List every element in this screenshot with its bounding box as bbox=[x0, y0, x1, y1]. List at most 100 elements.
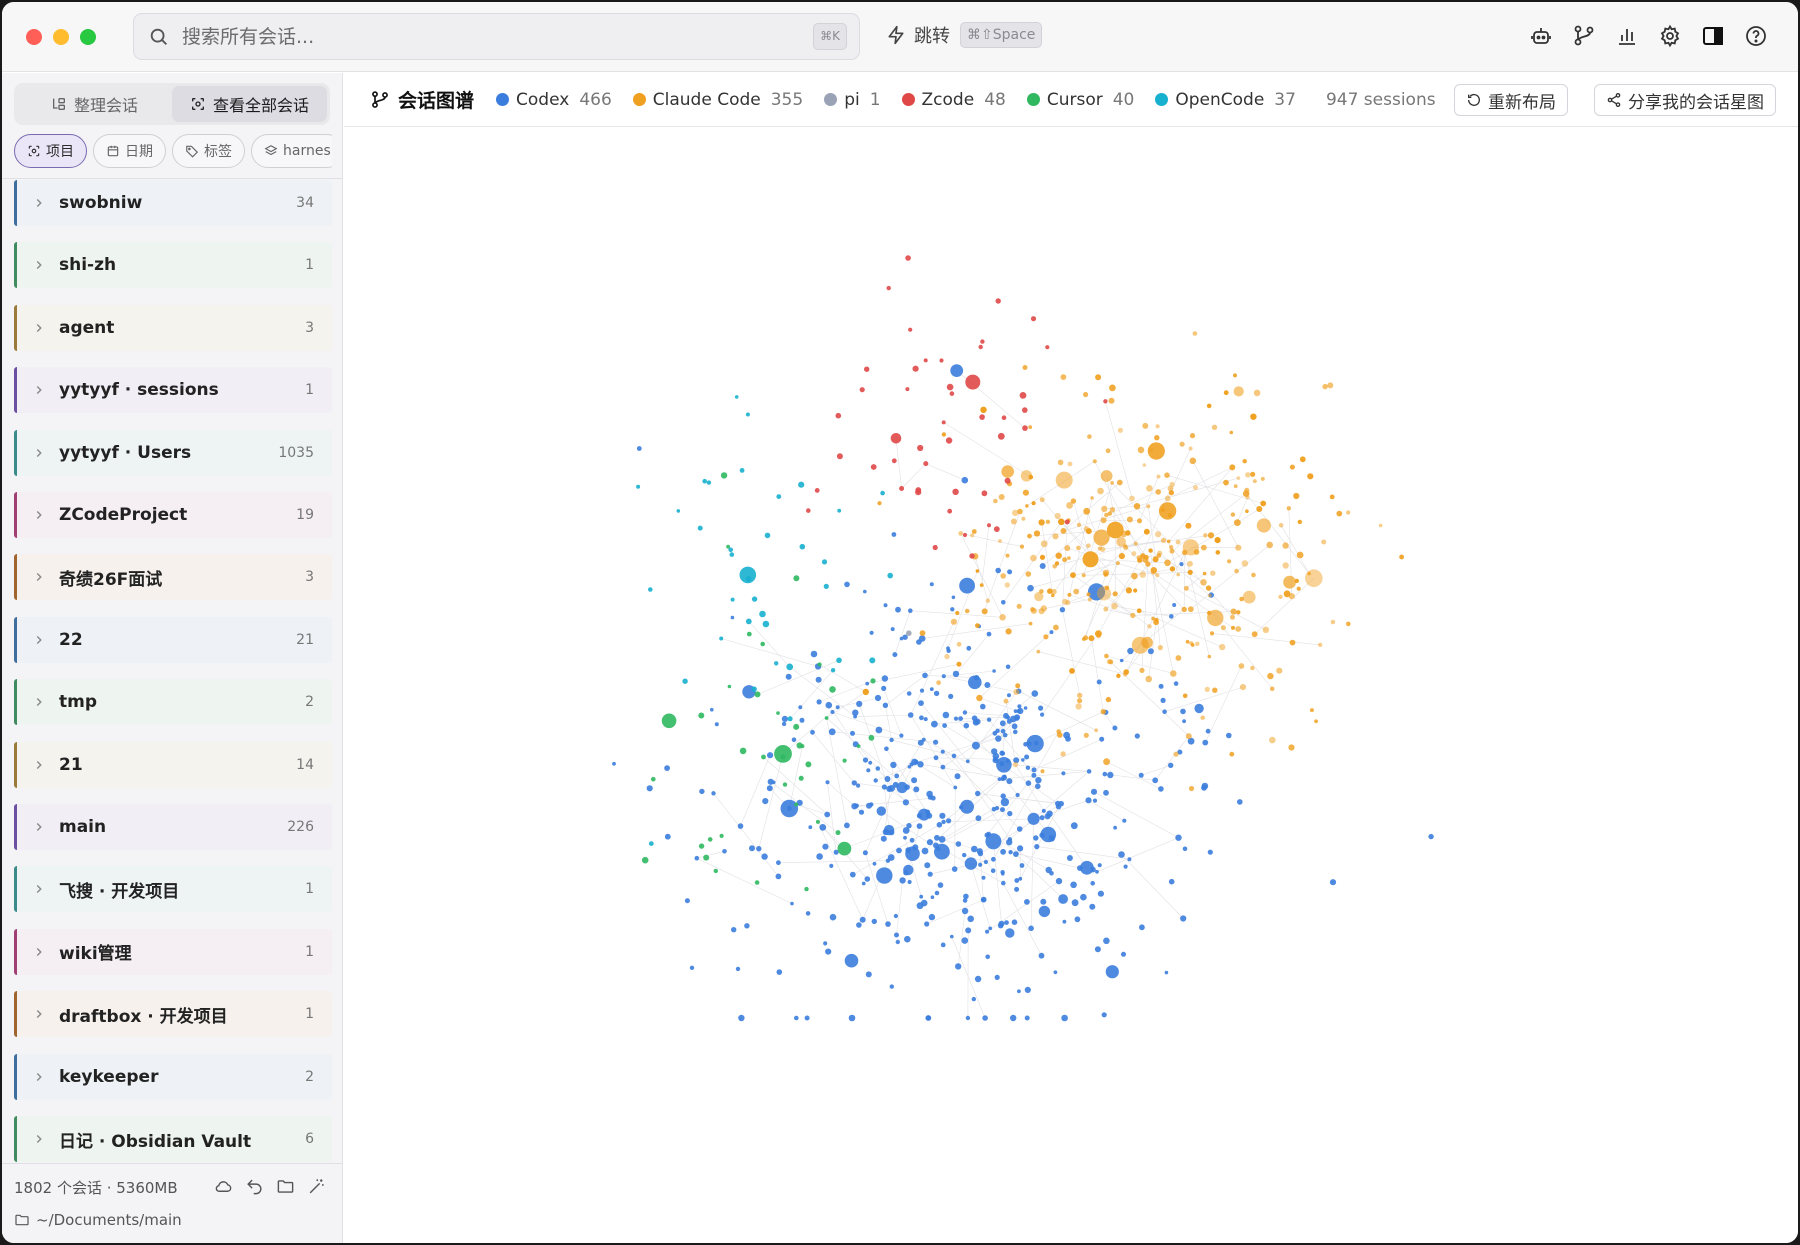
session-node[interactable] bbox=[1028, 474, 1034, 480]
session-node[interactable] bbox=[1250, 413, 1257, 420]
session-node[interactable] bbox=[958, 531, 964, 536]
legend-item[interactable]: Cursor 40 bbox=[1026, 90, 1134, 110]
session-node[interactable] bbox=[964, 857, 978, 870]
session-node[interactable] bbox=[1176, 572, 1180, 577]
session-node[interactable] bbox=[1189, 433, 1196, 439]
session-node[interactable] bbox=[921, 847, 929, 855]
session-node[interactable] bbox=[1164, 495, 1171, 502]
session-node[interactable] bbox=[776, 860, 781, 866]
session-node[interactable] bbox=[1008, 850, 1013, 855]
session-node[interactable] bbox=[965, 374, 981, 390]
session-node[interactable] bbox=[1235, 626, 1242, 632]
session-node[interactable] bbox=[884, 776, 891, 782]
session-node[interactable] bbox=[798, 481, 805, 488]
session-node[interactable] bbox=[979, 583, 984, 587]
session-node[interactable] bbox=[816, 853, 823, 860]
session-node[interactable] bbox=[974, 975, 982, 983]
session-node[interactable] bbox=[864, 366, 870, 372]
session-node[interactable] bbox=[682, 678, 688, 684]
session-node[interactable] bbox=[776, 494, 782, 499]
session-node[interactable] bbox=[698, 843, 705, 849]
session-node[interactable] bbox=[799, 543, 806, 550]
session-node[interactable] bbox=[1087, 597, 1092, 602]
session-node[interactable] bbox=[1121, 951, 1126, 957]
session-node[interactable] bbox=[761, 754, 766, 760]
session-node[interactable] bbox=[890, 761, 897, 769]
session-node[interactable] bbox=[1082, 551, 1099, 568]
session-node[interactable] bbox=[1105, 696, 1112, 703]
session-node[interactable] bbox=[980, 406, 987, 413]
session-node[interactable] bbox=[971, 845, 978, 853]
session-node[interactable] bbox=[1175, 655, 1182, 661]
session-node[interactable] bbox=[950, 618, 958, 625]
bot-icon[interactable] bbox=[1529, 24, 1553, 48]
session-node[interactable] bbox=[891, 458, 897, 464]
session-node[interactable] bbox=[949, 391, 955, 396]
session-node[interactable] bbox=[1296, 551, 1304, 559]
session-node[interactable] bbox=[978, 344, 983, 350]
session-node[interactable] bbox=[1256, 506, 1263, 512]
session-node[interactable] bbox=[1169, 614, 1174, 619]
session-node[interactable] bbox=[1027, 812, 1040, 825]
session-node[interactable] bbox=[651, 776, 656, 782]
session-node[interactable] bbox=[1229, 430, 1234, 435]
help-icon[interactable] bbox=[1744, 24, 1768, 48]
session-node[interactable] bbox=[985, 954, 990, 960]
session-node[interactable] bbox=[805, 911, 811, 916]
session-node[interactable] bbox=[1378, 523, 1383, 528]
session-node[interactable] bbox=[1155, 573, 1160, 578]
session-node[interactable] bbox=[836, 453, 843, 460]
session-node[interactable] bbox=[948, 693, 954, 700]
session-node[interactable] bbox=[1025, 504, 1029, 508]
session-node[interactable] bbox=[888, 829, 895, 836]
session-node[interactable] bbox=[821, 559, 828, 565]
session-node[interactable] bbox=[856, 922, 862, 928]
jump-button[interactable]: 跳转 ⌘⇧Space bbox=[886, 22, 1043, 48]
session-node[interactable] bbox=[1234, 568, 1239, 574]
session-node[interactable] bbox=[1074, 916, 1081, 923]
session-node[interactable] bbox=[1005, 664, 1011, 670]
session-node[interactable] bbox=[965, 927, 972, 934]
session-node[interactable] bbox=[999, 750, 1005, 756]
session-node[interactable] bbox=[868, 760, 873, 765]
session-node[interactable] bbox=[1322, 383, 1328, 390]
session-node[interactable] bbox=[1210, 570, 1216, 576]
session-node[interactable] bbox=[985, 833, 1002, 850]
session-node[interactable] bbox=[1001, 465, 1014, 478]
session-node[interactable] bbox=[764, 532, 771, 539]
session-node[interactable] bbox=[1058, 894, 1068, 904]
session-node[interactable] bbox=[1035, 783, 1041, 790]
session-node[interactable] bbox=[746, 631, 752, 637]
session-node[interactable] bbox=[1013, 729, 1018, 735]
session-node[interactable] bbox=[1193, 485, 1198, 491]
session-node[interactable] bbox=[952, 488, 959, 495]
session-node[interactable] bbox=[837, 508, 842, 513]
session-node[interactable] bbox=[754, 691, 761, 698]
session-node[interactable] bbox=[1005, 553, 1010, 558]
session-node[interactable] bbox=[1182, 719, 1186, 724]
session-node[interactable] bbox=[1299, 456, 1306, 463]
session-node[interactable] bbox=[1185, 639, 1190, 644]
session-node[interactable] bbox=[1087, 434, 1092, 439]
session-node[interactable] bbox=[1251, 572, 1256, 578]
session-node[interactable] bbox=[1242, 459, 1247, 464]
session-node[interactable] bbox=[804, 1015, 810, 1021]
session-node[interactable] bbox=[862, 688, 869, 696]
session-node[interactable] bbox=[980, 896, 987, 903]
session-node[interactable] bbox=[849, 871, 856, 878]
session-node[interactable] bbox=[1142, 422, 1149, 429]
session-node[interactable] bbox=[971, 529, 977, 534]
session-node[interactable] bbox=[959, 805, 963, 810]
session-node[interactable] bbox=[1188, 446, 1193, 451]
session-node[interactable] bbox=[689, 965, 695, 970]
session-node[interactable] bbox=[767, 778, 774, 785]
session-node[interactable] bbox=[1077, 698, 1083, 704]
session-node[interactable] bbox=[963, 722, 970, 729]
session-node[interactable] bbox=[1226, 732, 1232, 739]
session-node[interactable] bbox=[1329, 879, 1337, 886]
gear-icon[interactable] bbox=[1658, 24, 1682, 48]
session-node[interactable] bbox=[870, 464, 877, 470]
session-node[interactable] bbox=[876, 867, 893, 884]
session-node[interactable] bbox=[1095, 374, 1102, 381]
session-node[interactable] bbox=[829, 913, 837, 921]
